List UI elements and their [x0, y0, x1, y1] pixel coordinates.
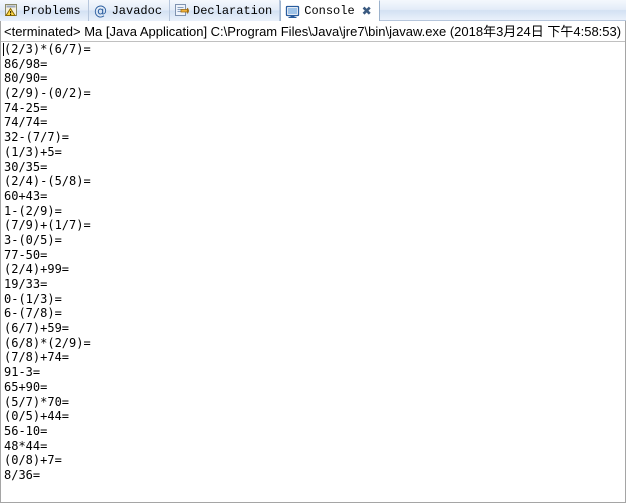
tab-declaration[interactable]: Declaration: [170, 0, 281, 21]
console-line: (6/7)+59=: [4, 321, 70, 336]
javadoc-icon: @: [93, 3, 108, 18]
console-line: (7/9)+(1/7)=: [4, 218, 91, 233]
view-tab-bar: Problems @ Javadoc Declaration Console ✖: [0, 0, 626, 21]
text-caret: [3, 43, 4, 56]
console-line: 48*44=: [4, 438, 48, 453]
console-line: 3-(0/5)=: [4, 232, 62, 247]
console-line: 77-50=: [4, 247, 48, 262]
problems-icon: [4, 3, 19, 18]
console-line: (6/8)*(2/9)=: [4, 335, 91, 350]
console-line: (5/7)*70=: [4, 394, 70, 409]
console-line: 74/74=: [4, 115, 48, 130]
console-line: (2/3)*(6/7)=: [4, 42, 91, 56]
console-line: (1/3)+5=: [4, 144, 62, 159]
console-output-area[interactable]: (2/3)*(6/7)= 86/98= 80/90= (2/9)-(0/2)= 74-2…: [1, 42, 625, 501]
console-line: 60+43=: [4, 188, 48, 203]
console-line: 1-(2/9)=: [4, 203, 62, 218]
tab-javadoc[interactable]: @ Javadoc: [88, 0, 171, 21]
console-line: 8/36=: [4, 467, 41, 482]
close-icon[interactable]: ✖: [362, 5, 372, 17]
console-output-lines: (2/3)*(6/7)= 86/98= 80/90= (2/9)-(0/2)= 74-2…: [1, 42, 625, 483]
console-line: (2/4)+99=: [4, 262, 70, 277]
console-line: (2/9)-(0/2)=: [4, 86, 91, 101]
console-line: 91-3=: [4, 365, 41, 380]
console-line: 30/35=: [4, 159, 48, 174]
svg-text:@: @: [94, 4, 107, 18]
tab-console[interactable]: Console ✖: [280, 0, 380, 21]
console-line: 65+90=: [4, 379, 48, 394]
console-line: 80/90=: [4, 71, 48, 86]
tab-declaration-label: Declaration: [193, 3, 273, 18]
console-line: 19/33=: [4, 277, 48, 291]
console-line: 86/98=: [4, 56, 48, 71]
console-process-header: <terminated> Ma [Java Application] C:\Pr…: [1, 21, 625, 42]
console-line: (0/8)+7=: [4, 453, 62, 468]
console-line: (0/5)+44=: [4, 409, 70, 424]
eclipse-console-view: Problems @ Javadoc Declaration Console ✖…: [0, 0, 626, 503]
tab-problems-label: Problems: [23, 3, 81, 18]
console-line: (2/4)-(5/8)=: [4, 174, 91, 189]
declaration-icon: [174, 3, 190, 18]
console-line: 74-25=: [4, 100, 48, 115]
console-line: (7/8)+74=: [4, 350, 70, 365]
console-line: 32-(7/7)=: [4, 130, 70, 145]
tab-javadoc-label: Javadoc: [111, 3, 163, 18]
console-line: 6-(7/8)=: [4, 306, 62, 321]
tab-console-label: Console: [304, 4, 355, 18]
console-icon: [285, 4, 300, 19]
console-panel: <terminated> Ma [Java Application] C:\Pr…: [0, 21, 626, 503]
console-line: 0-(1/3)=: [4, 291, 62, 306]
console-line: 56-10=: [4, 423, 48, 438]
tab-problems[interactable]: Problems: [0, 0, 89, 21]
tab-bar-filler: [379, 0, 626, 21]
